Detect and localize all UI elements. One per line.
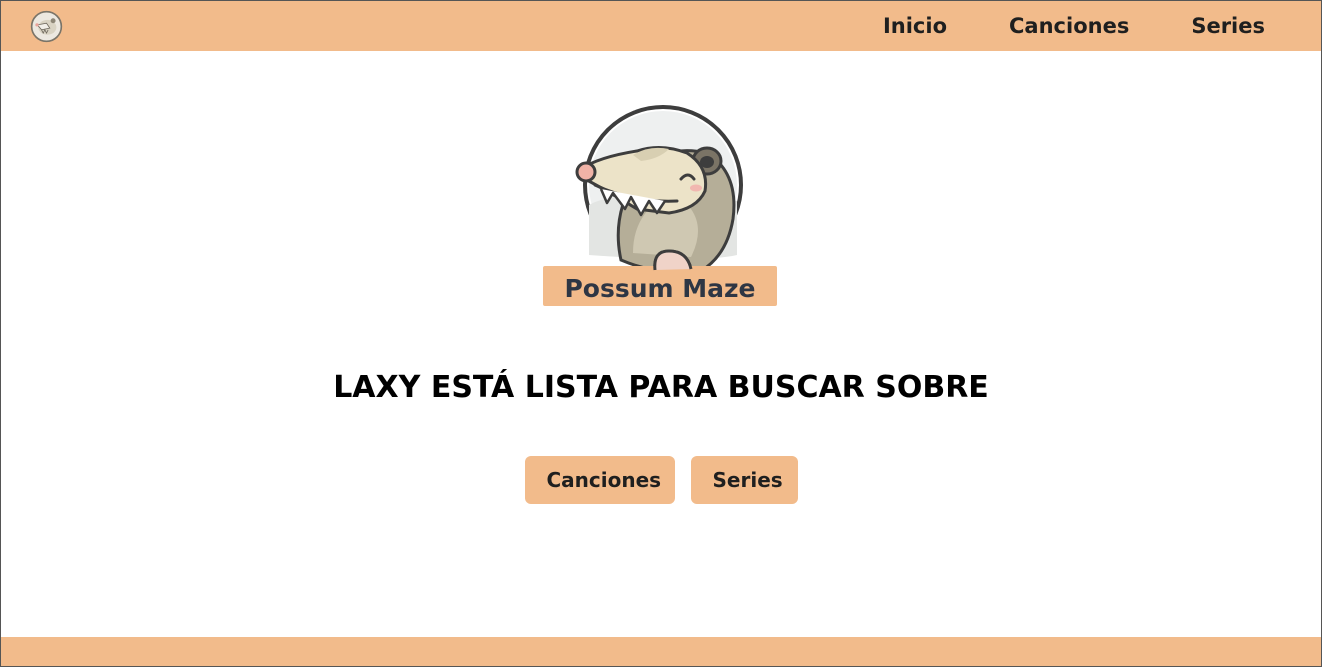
footer xyxy=(1,637,1321,666)
page-headline: LAXY ESTÁ LISTA PARA BUSCAR SOBRE xyxy=(333,370,989,405)
possum-maze-logo: Possum Maze xyxy=(543,105,777,306)
page: Inicio Canciones Series Possum Maze LAXY… xyxy=(0,0,1322,667)
nav-link-canciones[interactable]: Canciones xyxy=(1009,1,1129,51)
series-button[interactable]: Series xyxy=(690,456,798,504)
possum-logo-icon[interactable] xyxy=(30,10,63,43)
logo-text: Possum Maze xyxy=(564,274,755,303)
nav-link-series[interactable]: Series xyxy=(1191,1,1265,51)
action-buttons: Canciones Series xyxy=(1,456,1321,504)
nav-links: Inicio Canciones Series xyxy=(883,1,1321,51)
canciones-button[interactable]: Canciones xyxy=(524,456,675,504)
nav-link-inicio[interactable]: Inicio xyxy=(883,1,947,51)
navbar: Inicio Canciones Series xyxy=(1,1,1321,51)
